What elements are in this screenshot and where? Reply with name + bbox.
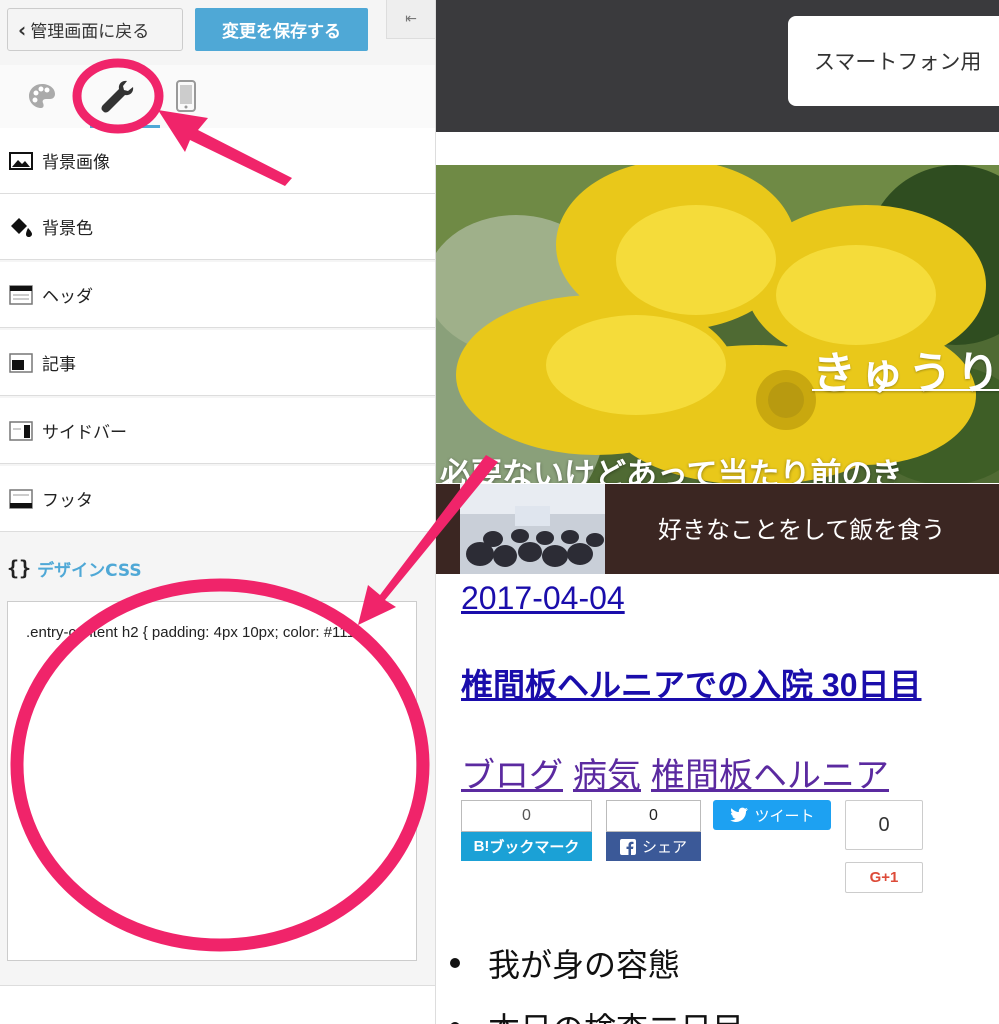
list-item[interactable]: 我が身の容態 (449, 940, 744, 1004)
category-link[interactable]: 病気 (573, 756, 641, 796)
menu-label: フッタ (42, 491, 93, 511)
save-changes-button[interactable]: 変更を保存する (195, 8, 368, 51)
tweet-label: ツイート (754, 807, 815, 825)
smartphone-icon (176, 80, 196, 112)
palette-icon (29, 84, 55, 108)
table-of-contents: 我が身の容態 本日の検査二日目 (449, 940, 744, 1024)
design-css-textarea[interactable]: .entry-content h2 { padding: 4px 10px; c… (7, 601, 417, 961)
post-title-link[interactable]: 椎間板ヘルニアでの入院 30日目 (461, 660, 922, 706)
hatena-count: 0 (461, 800, 592, 832)
seminar-photo (460, 484, 605, 574)
post-date-link[interactable]: 2017-04-04 (461, 580, 625, 617)
menu-label: ヘッダ (42, 287, 93, 307)
tweet-button[interactable]: ツイート (713, 800, 831, 830)
footer-layout-icon (8, 488, 34, 509)
list-item[interactable]: 本日の検査二日目 (449, 1004, 744, 1024)
back-to-admin-button[interactable]: ‹ 管理画面に戻る (7, 8, 183, 51)
device-switch[interactable]: スマートフォン用 (788, 16, 999, 106)
sidebar-layout-icon (8, 420, 34, 441)
menu-sidebar[interactable]: サイドバー (0, 398, 435, 464)
customize-panel: ‹ 管理画面に戻る 変更を保存する ⇤ 背景画像 背景色 ヘッダ 記事 サイドバ… (0, 0, 436, 1024)
tab-smartphone[interactable] (160, 71, 212, 121)
facebook-share-button[interactable]: シェア (606, 832, 701, 861)
chevron-left-icon: ‹ (18, 17, 27, 42)
header-layout-icon (8, 284, 34, 305)
facebook-icon (619, 838, 636, 855)
category-link[interactable]: 椎間板ヘルニア (651, 756, 889, 796)
menu-article[interactable]: 記事 (0, 330, 435, 396)
tab-customize[interactable] (90, 71, 160, 129)
paint-bucket-icon (8, 217, 34, 237)
blog-title[interactable]: きゅうり (812, 337, 999, 401)
hatena-label: ブックマーク (489, 839, 580, 856)
cucumber-flower-photo (436, 165, 999, 483)
twitter-bird-icon (730, 807, 749, 822)
menu-label: 記事 (42, 355, 76, 375)
header-image: きゅうり 必要ないけどあって当たり前のき (436, 165, 999, 483)
blog-subtitle: 必要ないけどあって当たり前のき (440, 457, 903, 483)
tab-design[interactable] (16, 71, 68, 121)
image-icon (8, 151, 34, 171)
panel-tabs (0, 65, 435, 129)
menu-background-image[interactable]: 背景画像 (0, 128, 435, 194)
category-list: ブログ 病気 椎間板ヘルニア (461, 748, 899, 797)
preview-toolbar: スマートフォン用 (436, 0, 999, 132)
article-layout-icon (8, 352, 34, 373)
category-link[interactable]: ブログ (461, 756, 563, 796)
design-css-heading: {} デザインCSS (0, 540, 435, 596)
design-css-label: デザインCSS (37, 560, 142, 581)
panel-bottom (0, 985, 435, 1024)
facebook-count: 0 (606, 800, 701, 832)
braces-icon: {} (7, 556, 32, 580)
back-to-admin-label: 管理画面に戻る (30, 22, 150, 42)
gplus-count: 0 (845, 800, 923, 850)
panel-topbar: ‹ 管理画面に戻る 変更を保存する ⇤ (0, 0, 435, 65)
hatena-bookmark-button[interactable]: B! ブックマーク (461, 832, 592, 861)
menu-label: 背景色 (42, 219, 93, 239)
menu-background-color[interactable]: 背景色 (0, 194, 435, 260)
facebook-label: シェア (641, 839, 687, 856)
menu-label: サイドバー (42, 423, 127, 443)
gplus-button[interactable]: G+1 (845, 862, 923, 893)
menu-footer[interactable]: フッタ (0, 466, 435, 532)
menu-label: 背景画像 (42, 153, 110, 173)
wrench-icon (101, 80, 134, 113)
blog-preview: スマートフォン用 きゅうり 必要ないけどあって当たり前のき 好きなことをして飯を… (436, 0, 999, 1024)
hatena-icon: B! (473, 838, 490, 855)
collapse-panel-button[interactable]: ⇤ (386, 0, 435, 39)
menu-header[interactable]: ヘッダ (0, 262, 435, 328)
band-text: 好きなことをして飯を食う (658, 516, 946, 544)
